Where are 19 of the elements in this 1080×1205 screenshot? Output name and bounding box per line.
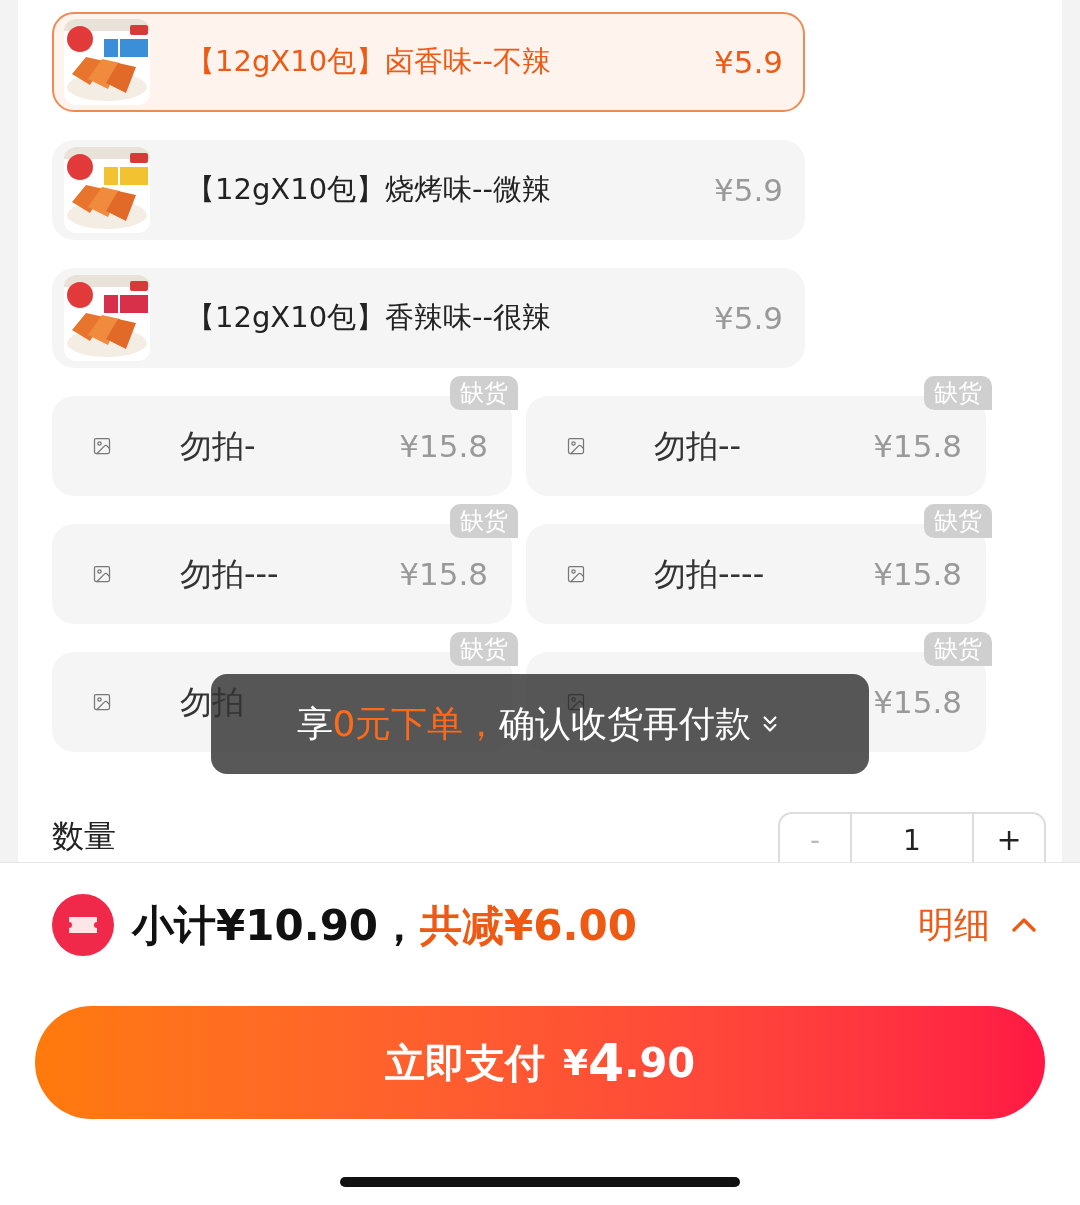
- variant-price: ¥15.8: [399, 554, 488, 594]
- variant-name: 勿拍---: [180, 554, 279, 595]
- subtotal-text: 小计¥10.90，: [132, 899, 421, 952]
- variant-name: 勿拍-: [180, 426, 256, 467]
- discount-text: 共减¥6.00: [420, 899, 637, 952]
- variant-price: ¥15.8: [399, 426, 488, 466]
- variant-name: 勿拍--: [654, 426, 742, 467]
- variant-price: ¥5.9: [713, 298, 783, 338]
- variant-price: ¥15.8: [873, 426, 962, 466]
- variant-price: ¥5.9: [713, 42, 783, 82]
- variant-price: ¥15.8: [873, 682, 962, 722]
- quantity-value: 1: [902, 823, 922, 858]
- variant-name: 【12gX10包】卤香味--不辣: [186, 43, 551, 81]
- variant-name: 【12gX10包】烧烤味--微辣: [186, 171, 551, 209]
- variant-price: ¥5.9: [713, 170, 783, 210]
- variant-name: 勿拍----: [654, 554, 765, 595]
- variant-name: 【12gX10包】香辣味--很辣: [186, 299, 551, 337]
- quantity-label: 数量: [52, 816, 116, 856]
- variant-price: ¥15.8: [873, 554, 962, 594]
